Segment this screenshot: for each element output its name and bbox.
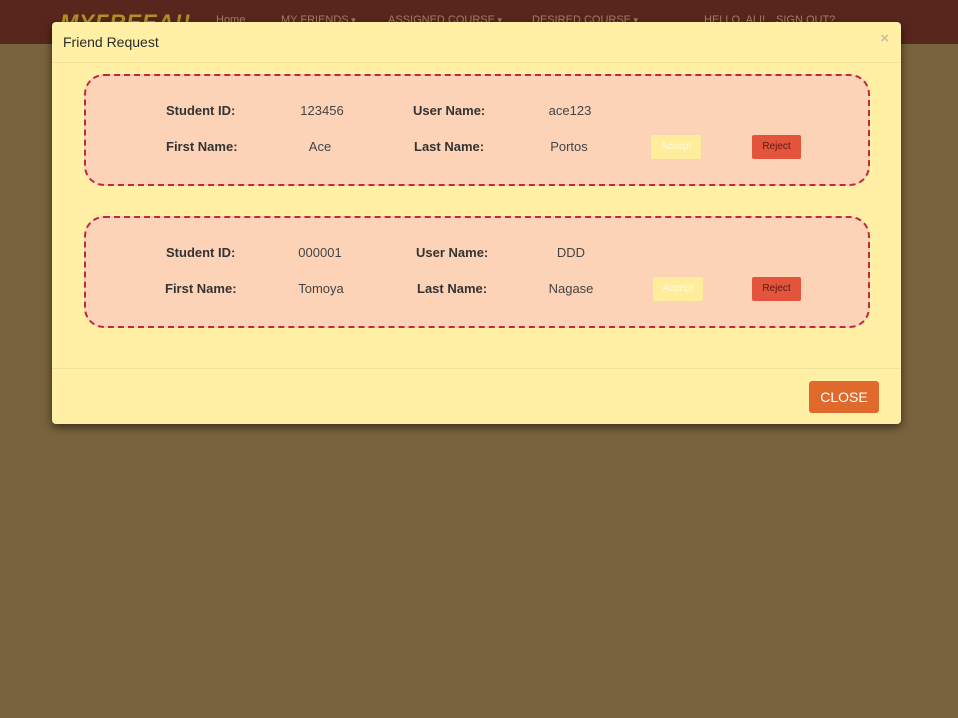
user-name-value: DDD [556, 245, 586, 260]
last-name-label: Last Name: [414, 139, 485, 154]
friend-request-card: Student ID: 123456 User Name: ace123 Fir… [84, 74, 870, 186]
modal-footer: CLOSE [52, 368, 901, 425]
first-name-value: Ace [308, 139, 332, 154]
first-name-label: First Name: [166, 139, 238, 154]
friend-request-modal: Friend Request × Student ID: 123456 User… [52, 22, 901, 424]
last-name-value: Portos [550, 139, 588, 154]
student-id-value: 123456 [300, 103, 344, 118]
close-icon[interactable]: × [880, 30, 889, 47]
student-id-label: Student ID: [166, 103, 236, 118]
first-name-value: Tomoya [298, 281, 344, 296]
student-id-value: 000001 [298, 245, 342, 260]
user-name-label: User Name: [413, 103, 486, 118]
student-id-label: Student ID: [166, 245, 236, 260]
modal-header: Friend Request × [52, 22, 901, 63]
last-name-label: Last Name: [417, 281, 488, 296]
accept-button[interactable]: Accept [651, 135, 701, 159]
user-name-label: User Name: [416, 245, 489, 260]
reject-button[interactable]: Reject [752, 277, 801, 301]
last-name-value: Nagase [548, 281, 594, 296]
reject-button[interactable]: Reject [752, 135, 801, 159]
user-name-value: ace123 [548, 103, 592, 118]
first-name-label: First Name: [165, 281, 237, 296]
friend-request-card: Student ID: 000001 User Name: DDD First … [84, 216, 870, 328]
accept-button[interactable]: Accept [653, 277, 703, 301]
modal-title: Friend Request [63, 34, 159, 50]
close-button[interactable]: CLOSE [809, 381, 879, 413]
